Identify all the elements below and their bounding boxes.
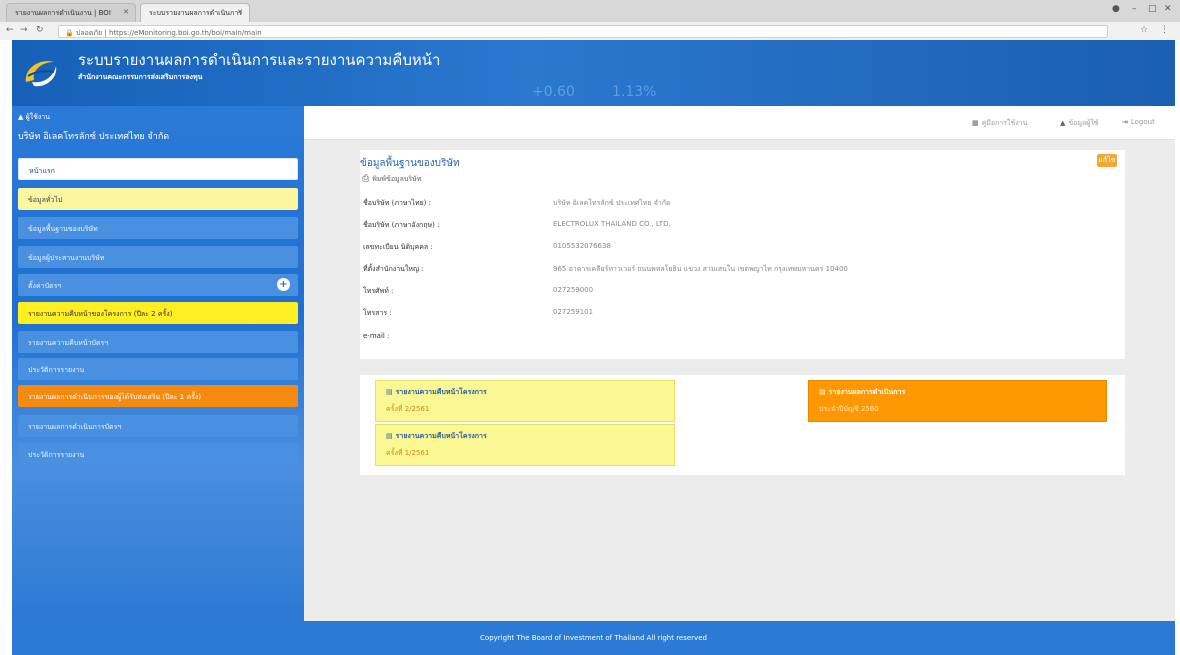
main-content: ▦ คู่มือการใช้งาน ▲ ข้อมูลผู้ใช้ ⇥ Logout ข…	[304, 106, 1175, 621]
sidebar-item-coordinator[interactable]: ข้อมูลผู้ประสานงานบริษัท	[18, 246, 298, 268]
url-input[interactable]: 🔒 ปลอดภัย | https://eMonitoring.boi.go.t…	[58, 25, 1108, 38]
edit-button[interactable]: แก้ไข	[1097, 154, 1117, 167]
sidebar-item-card-settings[interactable]: ตั้งค่าบัตรฯ +	[18, 274, 298, 296]
sidebar-item-general-info[interactable]: ข้อมูลทั่วไป	[18, 188, 298, 210]
progress-report-card[interactable]: ▤ รายงานความคืบหน้าโครงการ ครั้งที่ 1/256…	[375, 424, 675, 466]
sidebar-item-home[interactable]: หน้าแรก	[18, 158, 298, 180]
panel-title: ข้อมูลพื้นฐานของบริษัท	[360, 158, 460, 169]
field-label: โทรสาร :	[363, 309, 392, 317]
user-icon: ▲	[18, 113, 26, 121]
field-label: e-mail :	[363, 332, 390, 340]
report-cards-panel: ▤ รายงานความคืบหน้าโครงการ ครั้งที่ 2/256…	[360, 375, 1125, 475]
maximize-icon[interactable]: □	[1148, 4, 1157, 14]
field-value: 027259101	[553, 308, 594, 316]
url-text: https://eMonitoring.boi.go.th/boi/main/m…	[108, 29, 262, 37]
star-icon[interactable]: ☆	[1140, 25, 1148, 35]
banner-decor-number: 1.13%	[612, 84, 657, 100]
sidebar-item-company-basic[interactable]: ข้อมูลพื้นฐานของบริษัท	[18, 217, 298, 239]
profile-link[interactable]: ▲ ข้อมูลผู้ใช้	[1060, 118, 1099, 129]
plus-icon[interactable]: +	[277, 278, 290, 291]
boi-logo-icon	[25, 61, 57, 87]
card-period: ประจำปีบัญชี 2560	[819, 405, 879, 413]
tab-label: รายงานผลการดำเนินงาน | BOI	[15, 9, 111, 17]
sidebar-item-progress-report[interactable]: รายงานความคืบหน้าของโครงการ (ปีละ 2 ครั้…	[18, 302, 298, 324]
close-icon[interactable]: ✕	[237, 8, 243, 16]
tab-strip: รายงานผลการดำเนินงาน | BOI ✕ ระบบรายงานผ…	[0, 0, 1180, 22]
close-icon[interactable]: ✕	[123, 8, 129, 16]
card-period: ครั้งที่ 1/2561	[386, 449, 430, 457]
company-info-panel: ข้อมูลพื้นฐานของบริษัท แก้ไข ⎙ พิมพ์ข้อมู…	[360, 150, 1125, 359]
browser-chrome: รายงานผลการดำเนินงาน | BOI ✕ ระบบรายงานผ…	[0, 0, 1180, 40]
user-role: ▲ ผู้ใช้งาน	[18, 113, 51, 121]
sidebar-item-operation-card[interactable]: รายงานผลการดำเนินการบัตรฯ	[18, 415, 298, 437]
field-value: บริษัท อิเลคโทรลักซ์ ประเทศไทย จำกัด	[553, 199, 671, 207]
report-icon: ▤	[386, 432, 393, 440]
field-value: 027259000	[553, 286, 594, 294]
secure-label: ปลอดภัย	[75, 29, 103, 37]
field-value: 965 อาคารเคลียร์ทาวเวอร์ ถนนพหลโยธิน แขว…	[553, 265, 848, 273]
logout-icon: ⇥	[1122, 118, 1128, 126]
sidebar-item-history[interactable]: ประวัติการรายงาน	[18, 358, 298, 380]
manual-link[interactable]: ▦ คู่มือการใช้งาน	[972, 118, 1027, 129]
field-label: โทรศัพท์ :	[363, 287, 394, 295]
tab-label: ระบบรายงานผลการดำเนินการ	[149, 9, 243, 17]
minimize-icon[interactable]: –	[1132, 4, 1137, 14]
copyright-text: Copyright The Board of Investment of Tha…	[480, 634, 707, 642]
field-label: ชื่อบริษัท (ภาษาไทย) :	[363, 199, 431, 207]
reload-icon[interactable]: ↻	[36, 25, 44, 35]
top-nav: ▦ คู่มือการใช้งาน ▲ ข้อมูลผู้ใช้ ⇥ Logout	[304, 106, 1175, 140]
sidebar-item-history-2[interactable]: ประวัติการรายงาน	[18, 443, 298, 465]
site-footer: Copyright The Board of Investment of Tha…	[12, 621, 1175, 655]
sidebar-item-progress-card[interactable]: รายงานความคืบหน้าบัตรฯ	[18, 331, 298, 353]
manual-icon: ▦	[972, 119, 979, 127]
operation-report-card[interactable]: ▤ รายงานผลการดำเนินการ ประจำปีบัญชี 2560	[808, 380, 1107, 422]
report-icon: ▤	[386, 388, 393, 396]
print-company-link[interactable]: ⎙ พิมพ์ข้อมูลบริษัท	[362, 174, 421, 185]
card-period: ครั้งที่ 2/2561	[386, 405, 430, 413]
report-icon: ▤	[819, 388, 826, 396]
sidebar: ▲ ผู้ใช้งาน บริษัท อิเลคโทรลักซ์ ประเทศไ…	[12, 106, 304, 621]
forward-icon[interactable]: →	[20, 25, 28, 35]
field-value: 0105532076638	[553, 242, 611, 250]
company-name: บริษัท อิเลคโทรลักซ์ ประเทศไทย จำกัด	[18, 132, 170, 142]
print-icon: ⎙	[362, 174, 370, 184]
user-icon: ▲	[1060, 119, 1066, 127]
field-label: เลขทะเบียน นิติบุคคล :	[363, 243, 433, 251]
field-label: ที่ตั้งสำนักงานใหญ่ :	[363, 265, 424, 273]
browser-tab-active[interactable]: ระบบรายงานผลการดำเนินการ ✕	[140, 3, 250, 22]
back-icon[interactable]: ←	[6, 25, 14, 35]
lock-icon: 🔒	[65, 29, 74, 37]
logout-link[interactable]: ⇥ Logout	[1122, 118, 1155, 126]
field-label: ชื่อบริษัท (ภาษาอังกฤษ) :	[363, 221, 440, 229]
user-info: ▲ ผู้ใช้งาน บริษัท อิเลคโทรลักซ์ ประเทศไ…	[18, 112, 169, 143]
banner-decor-number: +0.60	[532, 84, 575, 100]
close-window-icon[interactable]: ✕	[1164, 4, 1172, 14]
site-title: ระบบรายงานผลการดำเนินการและรายงานความคืบ…	[78, 51, 441, 69]
field-value: ELECTROLUX THAILAND CO., LTD.	[553, 220, 671, 228]
address-bar-row: ← → ↻ 🔒 ปลอดภัย | https://eMonitoring.bo…	[0, 22, 1180, 40]
site-header: +0.60 1.13% ระบบรายงานผลการดำเนินการและร…	[12, 40, 1175, 106]
menu-icon[interactable]: ⋮	[1160, 25, 1169, 35]
progress-report-card[interactable]: ▤ รายงานความคืบหน้าโครงการ ครั้งที่ 2/256…	[375, 380, 675, 422]
user-icon[interactable]: ●	[1112, 4, 1120, 14]
sidebar-item-operation-report[interactable]: รายงานผลการดำเนินการของผู้ได้รับส่งเสริม…	[18, 385, 298, 407]
site-subtitle: สำนักงานคณะกรรมการส่งเสริมการลงทุน	[78, 73, 203, 81]
browser-tab[interactable]: รายงานผลการดำเนินงาน | BOI ✕	[6, 3, 136, 22]
